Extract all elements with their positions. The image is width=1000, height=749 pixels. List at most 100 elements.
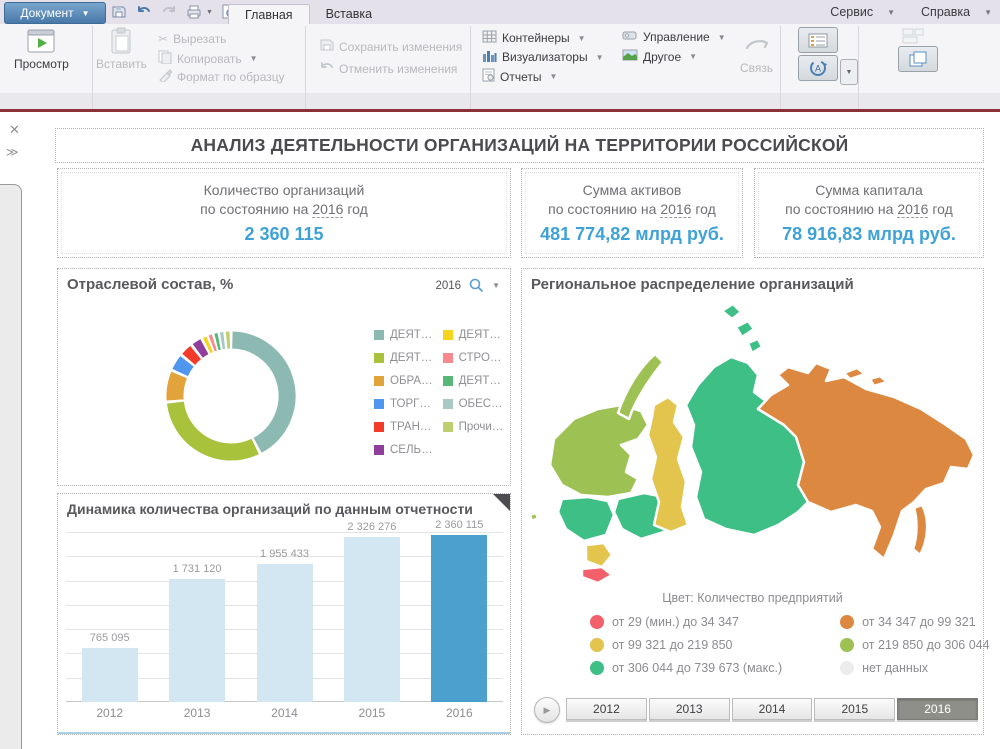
preview-button[interactable]: Просмотр	[14, 28, 69, 71]
containers-label: Контейнеры	[502, 31, 570, 45]
map-legend-item-4: от 306 044 до 739 673 (макс.)	[590, 661, 782, 675]
kpi-card-capital[interactable]: Сумма капитала по состоянию на 2016 год …	[754, 168, 984, 258]
menu-spravka[interactable]: Справка ▼	[921, 5, 992, 19]
tab-vstavka-label: Вставка	[326, 7, 372, 21]
chevron-down-icon: ▼	[578, 34, 586, 43]
clipboard-icon	[106, 28, 136, 54]
tab-vstavka[interactable]: Вставка	[310, 4, 388, 24]
format-painter-label: Формат по образцу	[177, 70, 285, 84]
kpi-count-value: 2 360 115	[244, 224, 323, 245]
magnifier-icon[interactable]	[469, 278, 484, 293]
bar-value-label: 1 731 120	[153, 563, 240, 575]
menu-servis[interactable]: Сервис ▼	[830, 5, 895, 19]
visualizers-label: Визуализаторы	[502, 50, 588, 64]
donut-segment-0	[232, 340, 287, 445]
view-settings-button[interactable]	[798, 27, 838, 53]
chevron-down-icon: ▼	[984, 8, 992, 17]
expand-panel-icon[interactable]: ≫	[6, 145, 19, 159]
year-button-2014[interactable]: 2014	[732, 698, 813, 720]
undo-icon[interactable]	[135, 3, 153, 21]
print-icon[interactable]	[185, 3, 203, 21]
tab-glavnaya[interactable]: Главная	[228, 4, 310, 25]
map-region-south[interactable]	[586, 543, 612, 567]
legend-swatch-icon	[443, 353, 453, 363]
map-region-island-ne1[interactable]	[844, 368, 865, 379]
bar-chart-x-axis: 20122013201420152016	[66, 706, 503, 722]
donut-segment-7	[212, 343, 215, 344]
donut-legend-label: Прочи…	[459, 421, 504, 433]
donut-legend-item-6: ДЕЯТ…	[443, 329, 504, 341]
bar-2014	[257, 564, 313, 703]
save-changes-button: Сохранить изменения	[320, 38, 462, 55]
kpi-assets-value: 481 774,82 млрд руб.	[540, 224, 724, 245]
year-button-2012[interactable]: 2012	[566, 698, 647, 720]
regional-map-panel[interactable]: Региональное распределение организаций	[521, 268, 984, 735]
copy-label: Копировать	[177, 52, 242, 66]
containers-button[interactable]: Контейнеры ▼	[482, 30, 586, 46]
year-button-2015[interactable]: 2015	[814, 698, 895, 720]
save-icon[interactable]	[110, 3, 128, 21]
chevron-down-icon: ▼	[549, 72, 557, 81]
document-menu-button[interactable]: Документ ▼	[4, 2, 106, 24]
kpi-card-assets[interactable]: Сумма активов по состоянию на 2016 год 4…	[521, 168, 743, 258]
legend-swatch-icon	[443, 399, 453, 409]
print-options-caret-icon[interactable]: ▼	[206, 9, 213, 16]
map-region-sakhalin[interactable]	[913, 505, 927, 555]
kpi-capital-value: 78 916,83 млрд руб.	[782, 224, 956, 245]
dynamics-panel[interactable]: Динамика количества организаций по данны…	[57, 493, 511, 735]
close-icon[interactable]: ✕	[9, 122, 20, 138]
play-button[interactable]: ▶	[534, 697, 560, 723]
map-region-kaliningrad[interactable]	[530, 513, 538, 521]
donut-legend-label: ДЕЯТ…	[390, 352, 432, 364]
ribbon-group-labels: Документ Буфер обмена Данные Вставка Вид…	[0, 93, 1000, 109]
donut-segment-5	[198, 347, 205, 351]
cut-label: Вырезать	[173, 32, 226, 46]
bar-value-label: 2 326 276	[328, 521, 415, 533]
copy-icon	[158, 50, 172, 67]
year-button-2016[interactable]: 2016	[897, 698, 978, 720]
visualizers-button[interactable]: Визуализаторы ▼	[482, 49, 604, 65]
chevron-down-icon[interactable]: ▼	[492, 281, 500, 290]
chevron-down-icon: ▼	[689, 52, 697, 61]
gridline	[66, 532, 503, 533]
report-title-block[interactable]: АНАЛИЗ ДЕЯТЕЛЬНОСТИ ОРГАНИЗАЦИЙ НА ТЕРРИ…	[55, 128, 984, 163]
map-legend-label: от 306 044 до 739 673 (макс.)	[612, 661, 782, 675]
title-bar: Документ ▼ ▼ Главная	[0, 0, 1000, 25]
cut-button: ✂ Вырезать	[158, 32, 226, 46]
application-window: Документ ▼ ▼ Главная	[0, 0, 1000, 749]
map-region-island-2[interactable]	[736, 321, 754, 337]
other-button[interactable]: Другое ▼	[622, 49, 697, 64]
donut-legend-item-2: ОБРА…	[374, 375, 433, 387]
donut-legend-label: ТОРГ…	[390, 398, 431, 410]
donut-segment-6	[207, 344, 210, 345]
kpi-capital-year[interactable]: 2016	[897, 201, 928, 218]
map-region-island-3[interactable]	[748, 339, 762, 353]
donut-legend-item-5: СЕЛЬ…	[374, 444, 433, 456]
legend-dot-icon	[590, 615, 604, 629]
map-region-severnaya-zemlya[interactable]	[722, 304, 741, 319]
x-tick-label: 2014	[241, 706, 328, 720]
sector-composition-panel[interactable]: Отраслевой состав, % 2016 ▼ ДЕЯТ…ДЕЯТ…ОБ…	[57, 268, 511, 486]
menu-servis-label: Сервис	[830, 5, 873, 19]
kpi-card-count[interactable]: Количество организаций по состоянию на 2…	[57, 168, 511, 258]
redo-icon	[160, 3, 178, 21]
auto-refresh-caret-icon[interactable]: ▼	[840, 59, 858, 85]
chevron-down-icon: ▼	[250, 54, 258, 63]
kpi-assets-year[interactable]: 2016	[660, 201, 691, 218]
kpi-count-year[interactable]: 2016	[312, 201, 343, 218]
collapsed-side-panel[interactable]	[0, 184, 22, 749]
auto-refresh-button[interactable]: A	[798, 55, 838, 81]
reports-button[interactable]: Отчеты ▼	[482, 68, 557, 85]
donut-legend-label: ТРАН…	[390, 421, 431, 433]
map-region-central[interactable]	[558, 497, 614, 541]
donut-legend-label: ДЕЯТ…	[390, 329, 432, 341]
cascade-blocks-button[interactable]	[898, 46, 938, 72]
tab-glavnaya-label: Главная	[245, 8, 293, 22]
map-region-island-ne2[interactable]	[870, 376, 887, 386]
x-tick-label: 2013	[153, 706, 240, 720]
year-button-2013[interactable]: 2013	[649, 698, 730, 720]
auto-refresh-icon: A	[808, 59, 828, 77]
map-region-caucasus[interactable]	[582, 567, 612, 583]
management-button[interactable]: Управление ▼	[622, 30, 726, 44]
map-region-northwest[interactable]	[550, 405, 648, 497]
